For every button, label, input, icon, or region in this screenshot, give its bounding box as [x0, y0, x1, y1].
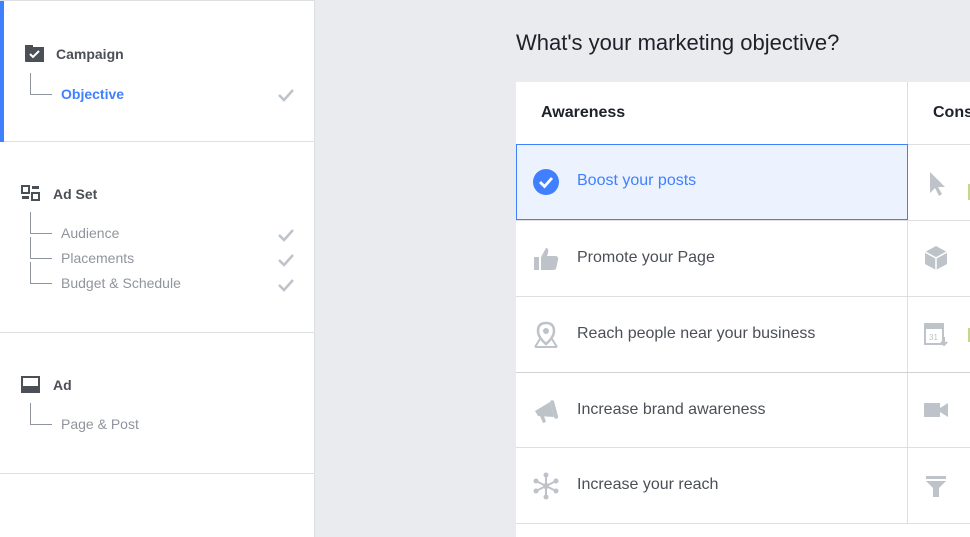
video-camera-icon[interactable]	[922, 396, 950, 424]
column-header-consideration: Cons	[933, 104, 970, 121]
ad-window-icon	[21, 376, 40, 393]
objective-label: Reach people near your business	[577, 325, 816, 342]
objective-promote-page[interactable]: Promote your Page	[516, 221, 908, 297]
objective-card: Awareness Cons Boost your posts Promote …	[516, 82, 970, 537]
objective-label: Increase your reach	[577, 476, 719, 493]
objective-label: Promote your Page	[577, 249, 715, 266]
column-header-awareness: Awareness	[541, 104, 626, 121]
map-pin-icon	[534, 321, 558, 348]
sidebar-adset-label: Ad Set	[53, 186, 98, 202]
tree-branch	[30, 262, 52, 284]
asterisk-reach-icon	[533, 472, 559, 500]
adset-grid-icon	[21, 185, 40, 201]
sidebar-objective-label: Objective	[61, 86, 125, 102]
objective-label: Boost your posts	[577, 172, 697, 189]
funnel-icon[interactable]	[922, 472, 950, 500]
sidebar-budget-label: Budget & Schedule	[61, 275, 181, 291]
sidebar-ad-label: Ad	[53, 377, 72, 393]
tree-branch	[30, 403, 52, 425]
audience-check-icon	[278, 229, 294, 242]
campaign-folder-check-icon	[25, 45, 44, 62]
objective-increase-reach[interactable]: Increase your reach	[516, 448, 908, 524]
page-title: What's your marketing objective?	[516, 30, 840, 55]
placements-check-icon	[278, 254, 294, 267]
sidebar-section-campaign: Campaign Objective	[0, 0, 314, 142]
sidebar-item-campaign[interactable]: Campaign	[24, 44, 124, 64]
tree-branch	[30, 73, 52, 95]
thumbs-up-icon	[534, 248, 559, 270]
sidebar-campaign-label: Campaign	[56, 46, 124, 62]
sidebar: Campaign Objective Ad Set Audience Place…	[0, 0, 315, 537]
sidebar-page-post-label: Page & Post	[61, 416, 139, 432]
tree-branch	[30, 237, 52, 259]
sidebar-item-adset[interactable]: Ad Set	[21, 184, 97, 204]
megaphone-icon	[535, 400, 559, 423]
sidebar-item-ad[interactable]: Ad	[21, 375, 72, 395]
objective-boost-posts[interactable]: Boost your posts	[516, 144, 908, 220]
calendar-download-icon[interactable]: 31	[922, 320, 950, 348]
objective-label: Increase brand awareness	[577, 401, 766, 418]
sidebar-placements-label: Placements	[61, 250, 135, 266]
check-circle-icon	[533, 169, 559, 195]
budget-check-icon	[278, 279, 294, 292]
svg-text:31: 31	[929, 333, 938, 342]
box-icon[interactable]	[922, 244, 950, 272]
sidebar-section-ad: Ad Page & Post	[0, 333, 314, 474]
cursor-icon[interactable]	[922, 169, 950, 197]
sidebar-section-adset: Ad Set Audience Placements Budget & Sche…	[0, 142, 314, 333]
tree-branch	[30, 212, 52, 234]
objective-reach-nearby[interactable]: Reach people near your business	[516, 297, 908, 373]
objective-check-icon	[278, 89, 294, 102]
sidebar-audience-label: Audience	[61, 225, 120, 241]
objective-brand-awareness[interactable]: Increase brand awareness	[516, 373, 908, 449]
